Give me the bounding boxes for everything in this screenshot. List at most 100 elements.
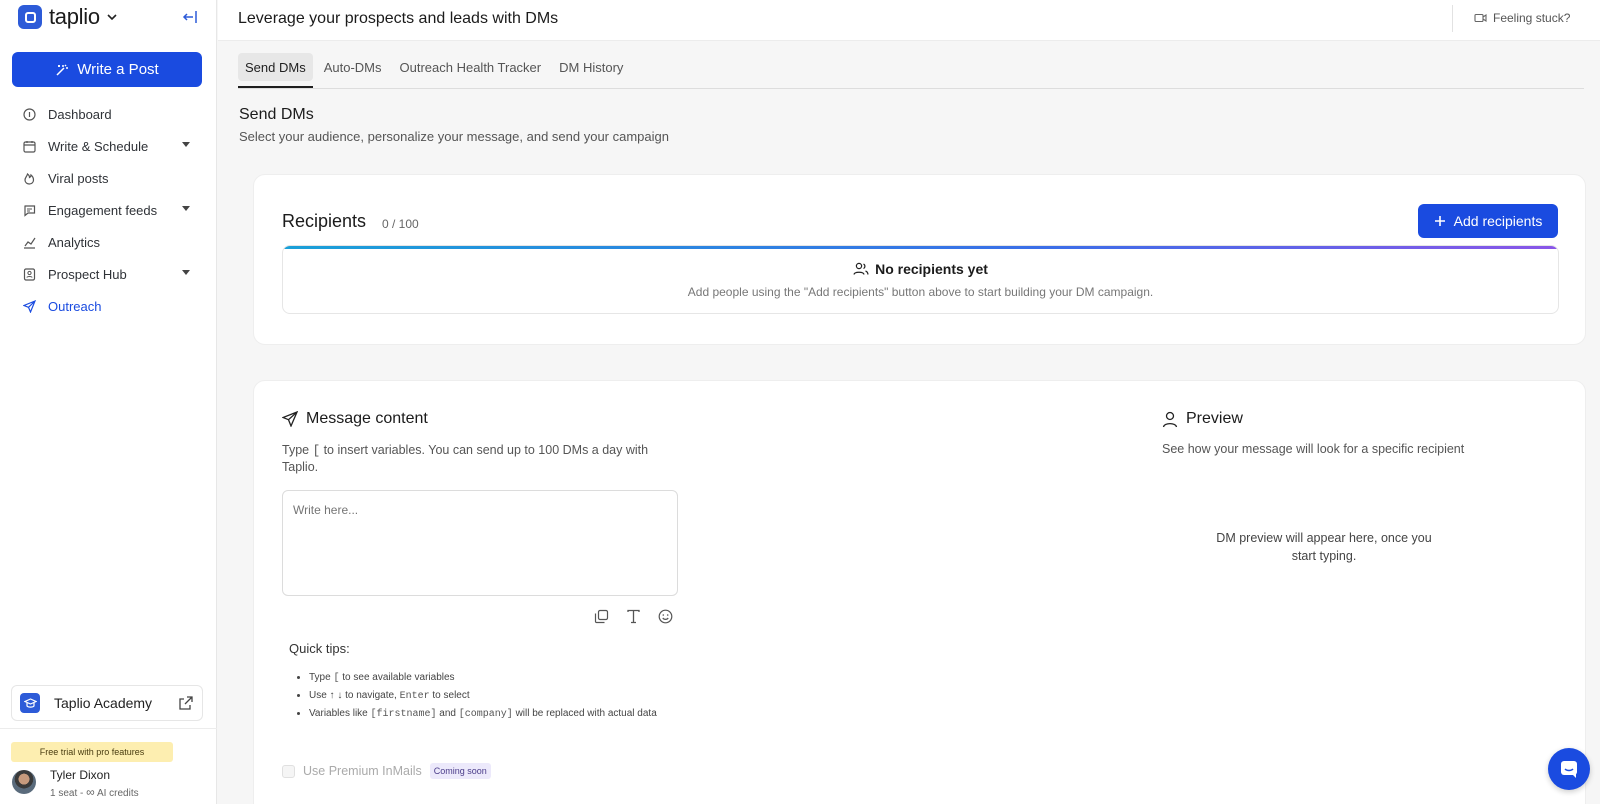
sidebar-item-viral-posts[interactable]: Viral posts xyxy=(12,162,202,194)
tip-code: Enter xyxy=(399,691,430,702)
message-card: Message content Type [ to insert variabl… xyxy=(253,380,1586,804)
empty-subtitle: Add people using the "Add recipients" bu… xyxy=(687,285,1154,299)
caret-down-icon xyxy=(182,206,190,211)
sidebar-item-engagement-feeds[interactable]: Engagement feeds xyxy=(12,194,202,226)
support-chat-button[interactable] xyxy=(1548,748,1590,790)
tab-dm-history[interactable]: DM History xyxy=(552,53,630,81)
collapse-sidebar-icon[interactable] xyxy=(180,7,200,27)
page-header-title: Leverage your prospects and leads with D… xyxy=(238,10,559,27)
section-subtitle: Select your audience, personalize your m… xyxy=(239,129,669,144)
seat-count: 1 seat - xyxy=(50,788,87,799)
chat-bubble-icon xyxy=(1561,761,1577,778)
sidebar-item-analytics[interactable]: Analytics xyxy=(12,226,202,258)
caret-down-icon xyxy=(182,142,190,147)
coming-soon-badge: Coming soon xyxy=(429,763,491,779)
tab-auto-dms[interactable]: Auto-DMs xyxy=(317,53,389,81)
tabs-divider xyxy=(238,88,1584,89)
copy-icon[interactable] xyxy=(592,607,610,625)
empty-title-label: No recipients yet xyxy=(875,261,988,277)
list-item: Use ↑ ↓ to navigate, Enter to select xyxy=(309,687,679,705)
premium-inmails-label: Use Premium InMails xyxy=(303,764,422,778)
credits-label: AI credits xyxy=(96,788,139,799)
trial-badge[interactable]: Free trial with pro features xyxy=(11,742,173,762)
preview-empty-state: DM preview will appear here, once you st… xyxy=(1216,531,1432,563)
magic-wand-icon xyxy=(56,63,69,76)
sidebar: taplio Write a Post Dashboard Write & Sc… xyxy=(0,0,217,804)
workspace-switcher[interactable]: taplio xyxy=(18,4,118,30)
tip-text: will be replaced with actual data xyxy=(512,708,657,719)
preview-label: Preview xyxy=(1186,410,1243,427)
sidebar-item-label: Viral posts xyxy=(48,170,109,186)
sidebar-item-outreach[interactable]: Outreach xyxy=(12,290,202,322)
empty-title: No recipients yet xyxy=(283,261,1558,277)
tip-code: [firstname] xyxy=(370,709,437,720)
academy-label: Taplio Academy xyxy=(54,695,153,711)
contact-card-icon xyxy=(22,267,36,281)
divider xyxy=(0,728,217,729)
feeling-stuck-label: Feeling stuck? xyxy=(1493,11,1571,25)
desc-key: [ xyxy=(312,444,321,458)
message-content-title: Message content xyxy=(282,410,428,428)
editor-toolbar xyxy=(592,607,674,625)
tip-text: to select xyxy=(429,690,470,701)
write-post-label: Write a Post xyxy=(77,61,159,78)
tab-outreach-health-tracker[interactable]: Outreach Health Tracker xyxy=(393,53,549,81)
recipients-empty-state: No recipients yet Add people using the "… xyxy=(282,245,1559,314)
desc-text: to insert variables. You can send up to … xyxy=(282,443,649,474)
taplio-academy-link[interactable]: Taplio Academy xyxy=(11,685,203,721)
sidebar-item-dashboard[interactable]: Dashboard xyxy=(12,98,202,130)
message-description: Type [ to insert variables. You can send… xyxy=(282,442,682,475)
recipients-count: 0 / 100 xyxy=(382,217,419,231)
tab-bar: Send DMs Auto-DMs Outreach Health Tracke… xyxy=(238,53,630,89)
sidebar-item-label: Analytics xyxy=(48,234,101,250)
info-circle-icon xyxy=(22,107,36,121)
sidebar-item-label: Prospect Hub xyxy=(48,266,127,282)
sidebar-item-label: Write & Schedule xyxy=(48,138,149,154)
gradient-bar xyxy=(283,246,1558,249)
desc-text: Type xyxy=(282,443,313,457)
infinity-icon: ∞ xyxy=(86,785,95,799)
section-title: Send DMs xyxy=(239,106,314,123)
sidebar-item-label: Engagement feeds xyxy=(48,202,158,218)
sidebar-item-label: Dashboard xyxy=(48,106,112,122)
add-recipients-button[interactable]: Add recipients xyxy=(1418,204,1558,238)
taplio-logo-icon xyxy=(18,5,42,29)
paper-plane-icon xyxy=(22,299,36,313)
chart-line-icon xyxy=(22,235,36,249)
top-bar: Leverage your prospects and leads with D… xyxy=(218,0,1600,41)
quick-tips-list: Type [ to see available variables Use ↑ … xyxy=(309,669,679,723)
add-recipients-label: Add recipients xyxy=(1453,213,1543,229)
tip-code: [company] xyxy=(458,709,513,720)
write-post-button[interactable]: Write a Post xyxy=(12,52,202,87)
recipients-card: Recipients 0 / 100 Add recipients No rec… xyxy=(253,174,1586,345)
recipients-title: Recipients xyxy=(282,211,367,231)
tip-text: and xyxy=(436,708,459,719)
premium-inmails-option: Use Premium InMails Coming soon xyxy=(282,763,491,779)
avatar[interactable] xyxy=(12,770,36,794)
text-format-icon[interactable] xyxy=(624,607,642,625)
chat-icon xyxy=(22,203,36,217)
tab-send-dms[interactable]: Send DMs xyxy=(238,53,313,88)
sidebar-item-write-schedule[interactable]: Write & Schedule xyxy=(12,130,202,162)
external-link-icon xyxy=(179,696,193,710)
tip-text: to see available variables xyxy=(339,672,455,683)
list-item: Variables like [firstname] and [company]… xyxy=(309,705,679,723)
brand-name: taplio xyxy=(49,4,100,29)
graduation-cap-icon xyxy=(20,693,40,713)
preview-description: See how your message will look for a spe… xyxy=(1162,442,1465,456)
user-name[interactable]: Tyler Dixon xyxy=(50,768,110,782)
plus-icon xyxy=(1434,216,1445,226)
emoji-icon[interactable] xyxy=(656,607,674,625)
flame-icon xyxy=(22,171,36,185)
feeling-stuck-button[interactable]: Feeling stuck? xyxy=(1474,11,1570,25)
divider xyxy=(1452,5,1453,32)
tip-text: Use ↑ ↓ to navigate, xyxy=(309,690,400,701)
sidebar-item-label: Outreach xyxy=(48,298,102,314)
user-plan: 1 seat - ∞ AI credits xyxy=(50,785,139,799)
calendar-icon xyxy=(22,139,36,153)
caret-down-icon xyxy=(182,270,190,275)
tip-text: Variables like xyxy=(309,708,371,719)
message-input[interactable] xyxy=(282,490,678,596)
premium-inmails-checkbox[interactable] xyxy=(282,764,295,778)
sidebar-item-prospect-hub[interactable]: Prospect Hub xyxy=(12,258,202,290)
